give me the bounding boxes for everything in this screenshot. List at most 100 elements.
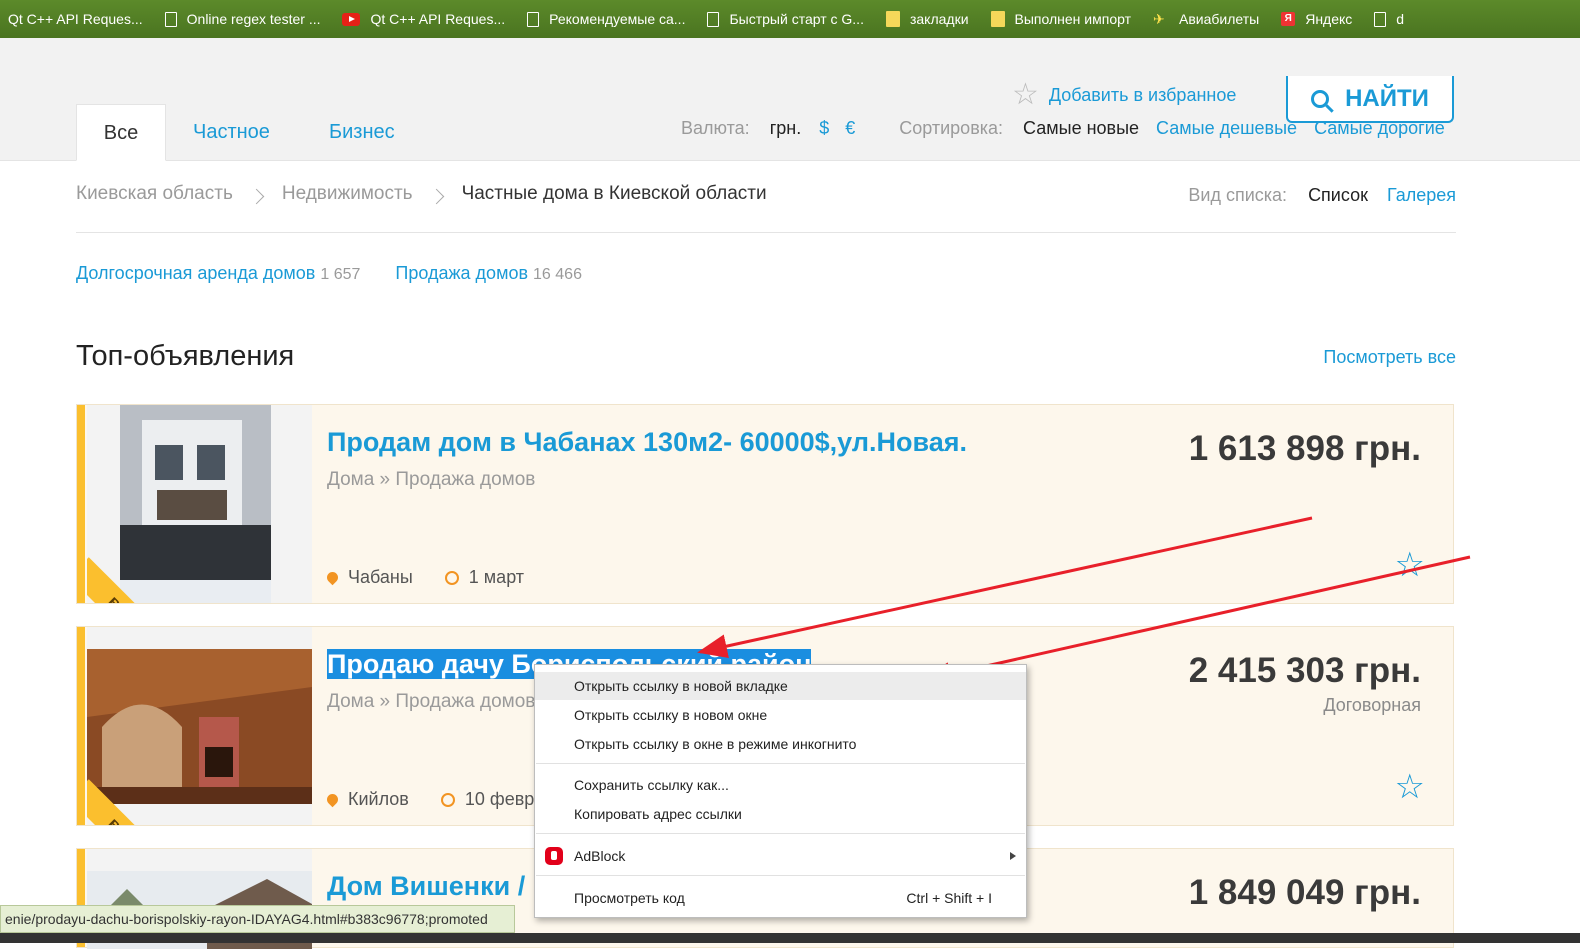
listing-date: 10 февр — [464, 789, 535, 809]
submenu-arrow-icon — [1010, 852, 1016, 860]
currency-eur[interactable]: € — [845, 118, 855, 139]
bookmark-label: Online regex tester ... — [186, 11, 321, 27]
listing-photo[interactable]: в ТОПе — [87, 627, 312, 825]
listing-title-link[interactable]: Дом Вишенки / — [327, 871, 525, 902]
sort-newest[interactable]: Самые новые — [1023, 118, 1139, 139]
currency-uah[interactable]: грн. — [770, 118, 802, 139]
currency-and-sort: Валюта: грн. $ € Сортировка: Самые новые… — [681, 118, 1445, 139]
view-list[interactable]: Список — [1308, 185, 1368, 205]
listing-meta: Чабаны 1 март — [324, 567, 525, 588]
yandex-icon: Я — [1281, 12, 1296, 26]
plane-icon: ✈ — [1153, 11, 1165, 27]
menu-divider — [536, 763, 1025, 764]
listing-price: 1 613 898 грн. — [1188, 429, 1421, 468]
section-title: Топ-объявления — [76, 340, 295, 372]
tab-all[interactable]: Все — [76, 104, 166, 161]
bookmark-label: Авиабилеты — [1179, 11, 1260, 27]
bookmark-item[interactable]: Qt C++ API Reques... — [342, 11, 505, 27]
bookmarks-bar: Qt C++ API Reques... Online regex tester… — [0, 0, 1580, 38]
bookmark-item[interactable]: Быстрый старт с G... — [707, 11, 864, 27]
top-marker — [77, 627, 85, 825]
see-all-link[interactable]: Посмотреть все — [1323, 347, 1456, 368]
page-icon — [527, 11, 540, 27]
star-outline-icon: ☆ — [1012, 78, 1039, 111]
chevron-right-icon — [428, 188, 444, 204]
folder-icon — [885, 11, 900, 27]
favorites-label: Добавить в избранное — [1048, 84, 1237, 105]
currency-label: Валюта: — [681, 118, 750, 138]
listing-title-link[interactable]: Продам дом в Чабанах 130м2- 60000$,ул.Но… — [327, 427, 967, 458]
clock-icon — [440, 792, 455, 807]
bookmark-item[interactable]: Online regex tester ... — [164, 11, 321, 27]
sort-label: Сортировка: — [899, 118, 1004, 138]
menu-item-label: Открыть ссылку в новом окне — [574, 707, 768, 723]
listing-price: 1 849 049 грн. — [1188, 873, 1421, 912]
subcategory-count: 1 657 — [320, 266, 361, 283]
menu-item-label: Открыть ссылку в окне в режиме инкогнито — [574, 736, 857, 752]
menu-adblock[interactable]: AdBlock — [535, 842, 1026, 870]
adblock-icon — [545, 847, 563, 865]
divider — [76, 232, 1456, 233]
menu-shortcut: Ctrl + Shift + I — [906, 890, 992, 906]
listing-price: 2 415 303 грн. — [1188, 651, 1421, 690]
subcategory-rent[interactable]: Долгосрочная аренда домов — [76, 263, 315, 283]
find-button[interactable]: НАЙТИ — [1286, 76, 1454, 123]
location-pin-icon — [324, 569, 341, 586]
listing-date: 1 март — [468, 567, 525, 587]
subcategory-links: Долгосрочная аренда домов 1 657 Продажа … — [76, 263, 582, 284]
youtube-icon — [342, 12, 361, 26]
bookmark-item[interactable]: Я Яндекс — [1281, 11, 1352, 27]
context-menu: Открыть ссылку в новой вкладке Открыть с… — [534, 664, 1027, 918]
breadcrumb: Киевская область Недвижимость Частные до… — [76, 183, 767, 205]
bookmark-label: Выполнен импорт — [1014, 11, 1132, 27]
find-label: НАЙТИ — [1345, 84, 1429, 112]
bookmark-item[interactable]: d — [1374, 11, 1404, 27]
bookmark-folder[interactable]: закладки — [885, 11, 969, 27]
currency-usd[interactable]: $ — [819, 118, 829, 139]
view-switcher: Вид списка: Список Галерея — [1188, 185, 1456, 206]
tab-business[interactable]: Бизнес — [329, 104, 395, 160]
menu-open-incognito[interactable]: Открыть ссылку в окне в режиме инкогнито — [535, 730, 1026, 758]
bookmark-folder[interactable]: Выполнен импорт — [990, 11, 1132, 27]
favorite-star-icon[interactable]: ☆ — [1395, 767, 1425, 807]
status-bar-url: enie/prodayu-dachu-borispolskiy-rayon-ID… — [0, 905, 515, 933]
location-pin-icon — [324, 791, 341, 808]
menu-copy-link[interactable]: Копировать адрес ссылки — [535, 800, 1026, 828]
menu-item-label: Открыть ссылку в новой вкладке — [574, 678, 788, 694]
menu-item-label: AdBlock — [574, 848, 626, 864]
bookmark-label: d — [1396, 11, 1405, 27]
folder-icon — [990, 11, 1005, 27]
menu-open-new-tab[interactable]: Открыть ссылку в новой вкладке — [535, 672, 1026, 700]
bookmark-item[interactable]: Qt C++ API Reques... — [8, 11, 143, 27]
search-header: ☆ Добавить в избранное НАЙТИ Все Частное… — [0, 38, 1580, 161]
view-gallery[interactable]: Галерея — [1387, 185, 1456, 205]
breadcrumb-region[interactable]: Киевская область — [76, 183, 233, 205]
breadcrumb-realty[interactable]: Недвижимость — [282, 183, 413, 205]
bookmark-item[interactable]: Рекомендуемые са... — [527, 11, 685, 27]
listing-photo[interactable]: в ТОПе — [87, 405, 312, 603]
subcategory-sale[interactable]: Продажа домов — [395, 263, 528, 283]
menu-item-label: Просмотреть код — [574, 890, 685, 906]
menu-inspect[interactable]: Просмотреть код Ctrl + Shift + I — [535, 884, 1026, 912]
sort-cheapest[interactable]: Самые дешевые — [1156, 118, 1297, 139]
window-bottom-edge — [0, 933, 1580, 943]
menu-item-label: Копировать адрес ссылки — [574, 806, 742, 822]
listing-card: в ТОПе Продам дом в Чабанах 130м2- 60000… — [76, 404, 1454, 604]
sort-expensive[interactable]: Самые дорогие — [1314, 118, 1445, 139]
page-icon — [707, 11, 720, 27]
tab-private[interactable]: Частное — [193, 104, 270, 160]
listing-location: Чабаны — [348, 567, 413, 587]
top-marker — [77, 405, 85, 603]
add-to-favorites-link[interactable]: ☆ Добавить в избранное — [1012, 80, 1236, 110]
bookmark-item[interactable]: ✈ Авиабилеты — [1153, 11, 1259, 27]
menu-save-link[interactable]: Сохранить ссылку как... — [535, 771, 1026, 799]
menu-open-new-window[interactable]: Открыть ссылку в новом окне — [535, 701, 1026, 729]
page-icon — [1374, 11, 1387, 27]
listing-category: Дома » Продажа домов — [327, 469, 536, 490]
bookmark-label: Быстрый старт с G... — [729, 11, 864, 27]
search-icon — [1311, 89, 1330, 108]
favorite-star-icon[interactable]: ☆ — [1395, 545, 1425, 585]
menu-divider — [536, 875, 1025, 876]
negotiable-label: Договорная — [1323, 695, 1421, 715]
bookmark-label: Qt C++ API Reques... — [8, 11, 143, 27]
